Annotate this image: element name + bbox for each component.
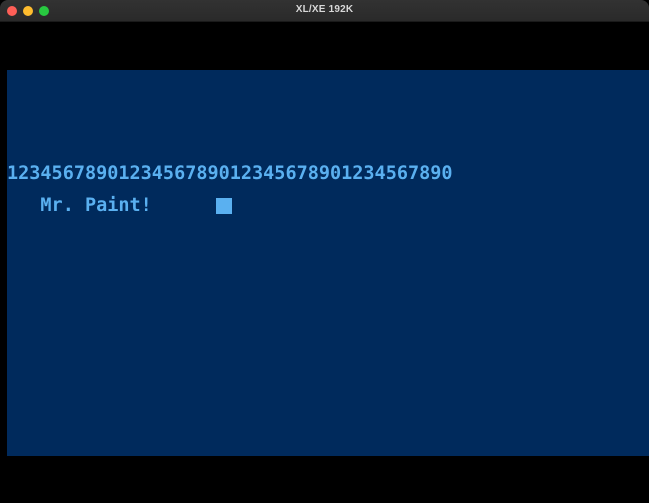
emulator-window: XL/XE 192K 12345678901234567890123456789…	[0, 0, 649, 503]
title-bar[interactable]: XL/XE 192K	[0, 0, 649, 22]
screen-border-top	[7, 22, 649, 70]
screen-line-ruler: 1234567890123456789012345678901234567890	[7, 163, 453, 184]
screen-border-bottom	[7, 456, 649, 503]
text-cursor	[216, 198, 232, 214]
window-title: XL/XE 192K	[295, 4, 354, 15]
screen-line-message: Mr. Paint!	[7, 195, 152, 216]
emulator-screen[interactable]: 1234567890123456789012345678901234567890…	[7, 70, 649, 456]
